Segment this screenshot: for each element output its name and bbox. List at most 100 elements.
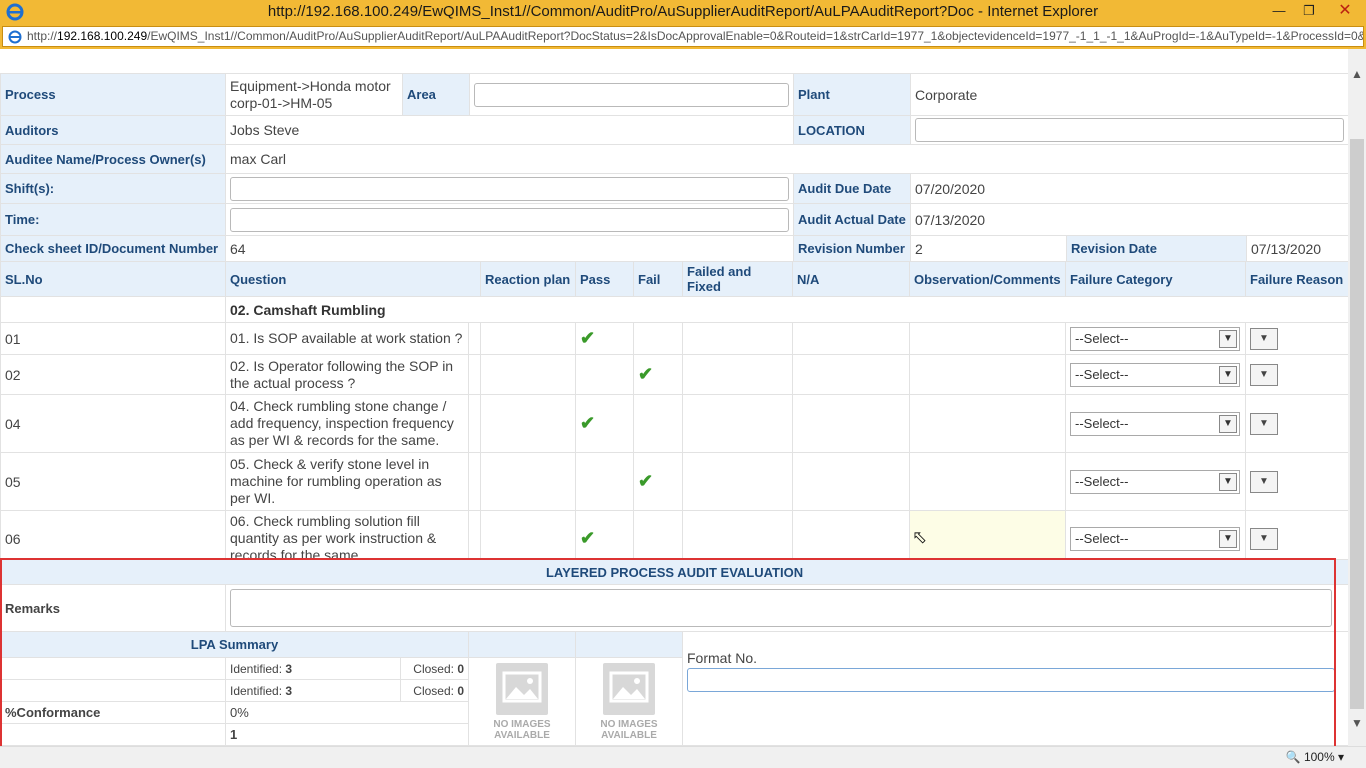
- failure-category-select[interactable]: --Select-- ▼: [1070, 411, 1240, 436]
- col-failure-reason: Failure Reason: [1245, 261, 1348, 297]
- row-spacer: [468, 322, 481, 355]
- audit-questions-table: SL.No Question Reaction plan Pass Fail F…: [0, 261, 1348, 567]
- scroll-down-icon[interactable]: ▼: [1348, 714, 1366, 732]
- row-failure-category: --Select-- ▼: [1065, 394, 1246, 453]
- audit-header-table: Process Equipment->Honda motor corp-01->…: [0, 73, 1348, 262]
- identified-value-1: 3: [285, 661, 293, 676]
- select-value: --Select--: [1075, 415, 1129, 431]
- no-images-line2: AVAILABLE: [494, 729, 550, 741]
- status-bar: 🔍 100% ▾: [0, 746, 1366, 768]
- row-failed-fixed[interactable]: [682, 354, 793, 395]
- failure-reason-select[interactable]: ▼: [1250, 470, 1278, 493]
- failure-category-select[interactable]: --Select-- ▼: [1070, 326, 1240, 351]
- format-no-input[interactable]: [687, 668, 1335, 692]
- row-pass[interactable]: ✔: [575, 394, 634, 453]
- failure-category-select[interactable]: --Select-- ▼: [1070, 526, 1240, 551]
- row-failure-category: --Select-- ▼: [1065, 452, 1246, 511]
- row-failed-fixed[interactable]: [682, 394, 793, 453]
- failure-reason-select[interactable]: ▼: [1250, 412, 1278, 435]
- row-fail[interactable]: ✔: [633, 354, 683, 395]
- revision-number-label: Revision Number: [793, 235, 911, 262]
- col-fail: Fail: [633, 261, 683, 297]
- failure-category-select[interactable]: --Select-- ▼: [1070, 362, 1240, 387]
- row-failed-fixed[interactable]: [682, 452, 793, 511]
- row-fail[interactable]: [633, 394, 683, 453]
- select-value: --Select--: [1075, 473, 1129, 489]
- col-question: Question: [225, 261, 481, 297]
- chevron-down-icon[interactable]: ▼: [1219, 414, 1237, 433]
- zoom-control[interactable]: 🔍 100% ▾: [1286, 750, 1344, 764]
- address-bar: http://192.168.100.249/EwQIMS_Inst1//Com…: [0, 24, 1366, 49]
- row-observation[interactable]: [909, 354, 1066, 395]
- no-images-line2: AVAILABLE: [601, 729, 657, 741]
- failure-reason-select[interactable]: ▼: [1250, 527, 1278, 550]
- url-field[interactable]: http://192.168.100.249/EwQIMS_Inst1//Com…: [2, 26, 1364, 47]
- row-pass[interactable]: ✔: [575, 322, 634, 355]
- evaluation-title: LAYERED PROCESS AUDIT EVALUATION: [0, 559, 1348, 585]
- chevron-down-icon[interactable]: ▼: [1219, 329, 1237, 348]
- no-images-line1: NO IMAGES: [600, 718, 658, 730]
- row-failure-category: --Select-- ▼: [1065, 354, 1246, 395]
- remarks-input[interactable]: [230, 589, 1332, 627]
- auditee-value: max Carl: [224, 144, 1348, 174]
- failure-reason-select[interactable]: ▼: [1250, 363, 1278, 386]
- col-failed-fixed: Failed and Fixed: [682, 261, 793, 297]
- failure-reason-select[interactable]: ▼: [1250, 327, 1278, 350]
- row-question: 05. Check & verify stone level in machin…: [225, 452, 469, 511]
- vertical-scrollbar[interactable]: ▲ ▼: [1348, 49, 1366, 746]
- image-placeholder-icon: [603, 662, 655, 715]
- checksheet-value: 64: [225, 235, 794, 262]
- chevron-down-icon[interactable]: ▼: [1219, 529, 1237, 548]
- revision-date-label: Revision Date: [1066, 235, 1247, 262]
- row-spacer: [468, 394, 481, 453]
- row-observation[interactable]: [909, 394, 1066, 453]
- row-na[interactable]: [792, 452, 910, 511]
- chevron-down-icon[interactable]: ▼: [1219, 472, 1237, 491]
- time-input[interactable]: [230, 207, 789, 232]
- count-value: 1: [225, 723, 469, 746]
- shifts-input[interactable]: [230, 176, 789, 201]
- chevron-down-icon[interactable]: ▼: [1219, 365, 1237, 384]
- row-na[interactable]: [792, 322, 910, 355]
- row-observation[interactable]: [909, 322, 1066, 355]
- col-na: N/A: [792, 261, 910, 297]
- row-pass[interactable]: [575, 354, 634, 395]
- scroll-up-icon[interactable]: ▲: [1348, 65, 1366, 83]
- area-input[interactable]: [474, 82, 789, 107]
- checksheet-label: Check sheet ID/Document Number: [0, 235, 226, 262]
- question-row: 04 04. Check rumbling stone change / add …: [0, 394, 1348, 453]
- row-fail[interactable]: ✔: [633, 452, 683, 511]
- row-reaction-plan: [480, 354, 576, 395]
- audit-actual-date-label: Audit Actual Date: [793, 203, 911, 236]
- row-question: 01. Is SOP available at work station ?: [225, 322, 469, 355]
- failure-category-select[interactable]: --Select-- ▼: [1070, 469, 1240, 494]
- close-button[interactable]: ✕: [1324, 0, 1366, 22]
- url-path: /EwQIMS_Inst1//Common/AuditPro/AuSupplie…: [147, 29, 1364, 43]
- question-row: 02 02. Is Operator following the SOP in t…: [0, 354, 1348, 395]
- row-reaction-plan: [480, 394, 576, 453]
- select-value: --Select--: [1075, 530, 1129, 546]
- row-na[interactable]: [792, 394, 910, 453]
- auditors-label: Auditors: [0, 115, 226, 145]
- url-prefix: http://: [27, 29, 58, 43]
- row-failed-fixed[interactable]: [682, 322, 793, 355]
- row-reaction-plan: [480, 322, 576, 355]
- scrollbar-thumb[interactable]: [1350, 139, 1364, 709]
- row-pass[interactable]: [575, 452, 634, 511]
- closed-label-2: Closed:: [413, 683, 454, 698]
- location-input[interactable]: [915, 118, 1345, 142]
- row-na[interactable]: [792, 354, 910, 395]
- restore-button[interactable]: ❐: [1294, 0, 1324, 22]
- row-observation[interactable]: [909, 452, 1066, 511]
- audit-due-date-value: 07/20/2020: [909, 173, 1348, 204]
- row-failure-reason: ▼: [1245, 394, 1348, 453]
- row-reaction-plan: [480, 452, 576, 511]
- plant-label: Plant: [793, 73, 911, 116]
- identified-value-2: 3: [285, 683, 293, 698]
- image-placeholder-icon: [496, 662, 548, 715]
- row-fail[interactable]: [633, 322, 683, 355]
- row-failure-reason: ▼: [1245, 452, 1348, 511]
- checkmark-icon: ✔: [580, 528, 596, 548]
- row-spacer: [468, 452, 481, 511]
- minimize-button[interactable]: —: [1264, 0, 1294, 22]
